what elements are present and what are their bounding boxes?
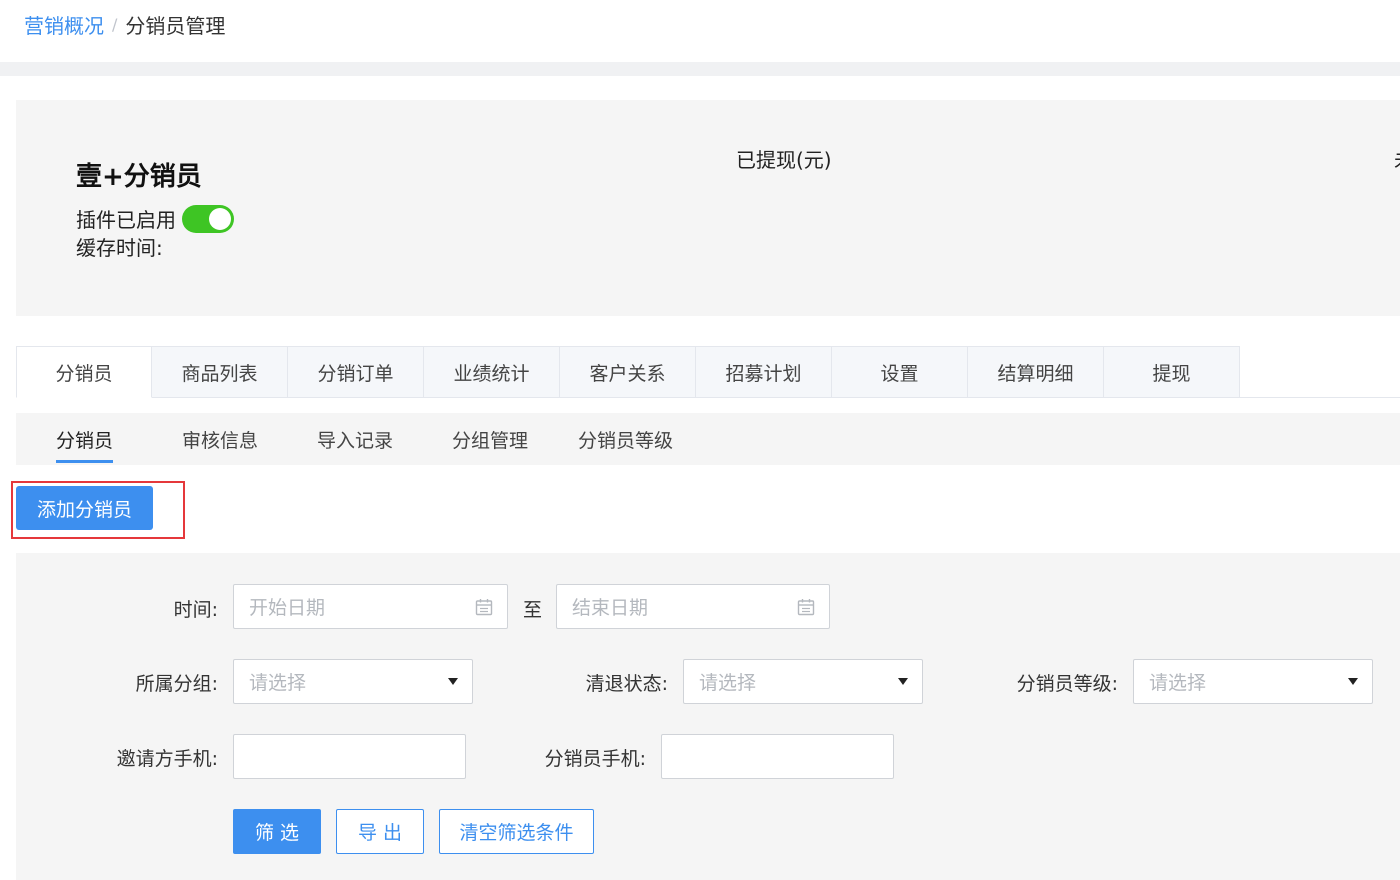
calendar-icon — [475, 599, 493, 616]
plugin-status-label: 插件已启用 — [76, 208, 176, 232]
filter-panel: 时间: 开始日期 至 结束日期 所属分组: 请选择 清退状态: 请选择 分销员等… — [16, 553, 1400, 880]
inviter-phone-input[interactable] — [233, 734, 466, 779]
group-select-value: 请选择 — [249, 672, 307, 694]
tab-distribution-orders[interactable]: 分销订单 — [288, 346, 424, 398]
chevron-down-icon — [448, 678, 458, 685]
inviter-phone-label: 邀请方手机: — [116, 748, 218, 770]
group-label: 所属分组: — [135, 673, 218, 695]
status-label: 清退状态: — [585, 673, 668, 695]
tab-performance-stats[interactable]: 业绩统计 — [424, 346, 560, 398]
filter-button[interactable]: 筛 选 — [233, 809, 321, 854]
subtab-group-management[interactable]: 分组管理 — [452, 413, 528, 465]
clear-filters-button[interactable]: 清空筛选条件 — [439, 809, 594, 854]
breadcrumb-current: 分销员管理 — [125, 14, 226, 38]
withdrawn-amount-label: 已提现(元) — [736, 148, 832, 172]
truncated-stat-label: 未 — [1394, 144, 1400, 173]
subtab-distributors[interactable]: 分销员 — [56, 413, 114, 465]
sub-tabs: 分销员 审核信息 导入记录 分组管理 分销员等级 — [16, 413, 1400, 465]
date-range-separator: 至 — [523, 599, 543, 621]
main-tabs: 分销员 商品列表 分销订单 业绩统计 客户关系 招募计划 设置 结算明细 提现 — [16, 346, 1400, 398]
plugin-status: 插件已启用 — [76, 204, 234, 233]
export-button[interactable]: 导 出 — [336, 809, 424, 854]
tab-distributors[interactable]: 分销员 — [16, 346, 152, 398]
tab-settings[interactable]: 设置 — [832, 346, 968, 398]
cache-time-label: 缓存时间: — [76, 236, 163, 260]
start-date-input[interactable]: 开始日期 — [233, 584, 508, 629]
tab-withdraw[interactable]: 提现 — [1104, 346, 1240, 398]
tab-settlement-details[interactable]: 结算明细 — [968, 346, 1104, 398]
distributor-phone-label: 分销员手机: — [544, 748, 646, 770]
start-date-placeholder: 开始日期 — [249, 597, 326, 619]
end-date-input[interactable]: 结束日期 — [556, 584, 830, 629]
subtab-distributors-label: 分销员 — [56, 429, 114, 452]
time-label: 时间: — [173, 599, 218, 621]
add-distributor-button[interactable]: 添加分销员 — [16, 486, 153, 530]
level-select-value: 请选择 — [1149, 672, 1207, 694]
plugin-title: 壹+分销员 — [76, 162, 202, 192]
end-date-placeholder: 结束日期 — [572, 597, 649, 619]
tab-product-list[interactable]: 商品列表 — [152, 346, 288, 398]
active-subtab-indicator — [56, 460, 114, 463]
toggle-knob — [209, 207, 231, 230]
breadcrumb-separator: / — [112, 15, 118, 34]
header-divider — [0, 62, 1400, 76]
plugin-enable-toggle[interactable] — [182, 204, 234, 233]
chevron-down-icon — [1348, 678, 1358, 685]
chevron-down-icon — [898, 678, 908, 685]
subtab-import-records[interactable]: 导入记录 — [317, 413, 393, 465]
tab-customer-relations[interactable]: 客户关系 — [560, 346, 696, 398]
breadcrumb-marketing-overview[interactable]: 营销概况 — [24, 10, 104, 39]
distributor-phone-input[interactable] — [661, 734, 894, 779]
level-label: 分销员等级: — [1016, 673, 1118, 695]
status-select-value: 请选择 — [699, 672, 757, 694]
level-select[interactable]: 请选择 — [1133, 659, 1373, 704]
group-select[interactable]: 请选择 — [233, 659, 473, 704]
subtab-distributor-levels[interactable]: 分销员等级 — [578, 413, 673, 465]
status-select[interactable]: 请选择 — [683, 659, 923, 704]
tab-recruitment-plan[interactable]: 招募计划 — [696, 346, 832, 398]
plugin-info-card: 壹+分销员 插件已启用 缓存时间: 已提现(元) 未 — [16, 100, 1400, 316]
calendar-icon — [797, 599, 815, 616]
subtab-review-info[interactable]: 审核信息 — [182, 413, 258, 465]
breadcrumb: 营销概况 / 分销员管理 — [24, 10, 225, 39]
